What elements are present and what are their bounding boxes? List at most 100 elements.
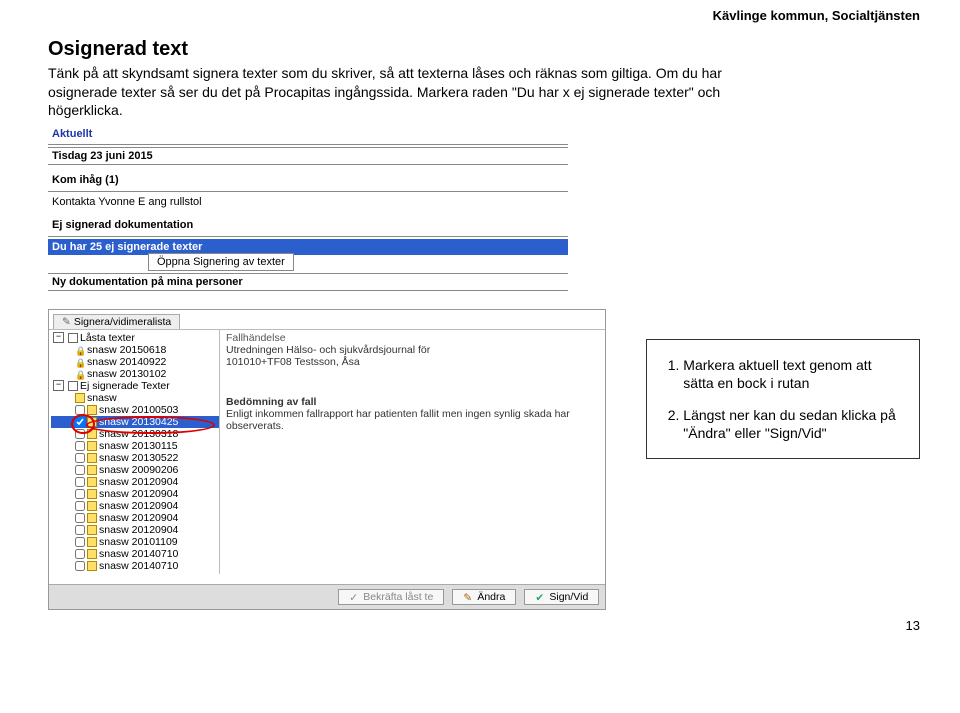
tree-item-unsigned[interactable]: snasw 20120904 bbox=[51, 488, 219, 500]
tree-item-unsigned[interactable]: snasw bbox=[51, 392, 219, 404]
tree-item-unsigned[interactable]: snasw 20120904 bbox=[51, 512, 219, 524]
tree-checkbox[interactable] bbox=[75, 501, 85, 511]
lock-icon bbox=[75, 357, 85, 367]
intro-p2: osignerade texter så ser du det på Proca… bbox=[48, 84, 920, 102]
tab-label: Signera/vidimeralista bbox=[74, 316, 171, 328]
bedomning-label: Bedömning av fall bbox=[226, 396, 599, 408]
context-menu-open-signing[interactable]: Öppna Signering av texter bbox=[148, 253, 294, 271]
tree-item-unsigned[interactable]: snasw 20120904 bbox=[51, 524, 219, 536]
doc-unsigned-icon bbox=[87, 453, 97, 463]
tree-checkbox[interactable] bbox=[75, 405, 85, 415]
btn-sign-vid[interactable]: ✔ Sign/Vid bbox=[524, 589, 599, 605]
tree-label: snasw 20120904 bbox=[99, 488, 178, 500]
doc-unsigned-icon bbox=[87, 405, 97, 415]
ejsign-selected-row[interactable]: Du har 25 ej signerade texter bbox=[48, 239, 568, 255]
tree-label: Låsta texter bbox=[80, 332, 135, 344]
btn-andra[interactable]: ✎ Ändra bbox=[452, 589, 516, 605]
tree-item-unsigned[interactable]: snasw 20130425 bbox=[51, 416, 219, 428]
page-number: 13 bbox=[48, 618, 920, 633]
ejsign-heading: Ej signerad dokumentation bbox=[48, 216, 568, 234]
tree-node-locked[interactable]: − Låsta texter bbox=[51, 332, 219, 344]
folder-icon bbox=[68, 333, 78, 343]
btn-bekrafta-label: Bekräfta låst te bbox=[363, 591, 433, 603]
tree-item-unsigned[interactable]: snasw 20140710 bbox=[51, 548, 219, 560]
folder-icon bbox=[68, 381, 78, 391]
tree-label: snasw 20120904 bbox=[99, 524, 178, 536]
tree-checkbox[interactable] bbox=[75, 525, 85, 535]
collapse-icon[interactable]: − bbox=[53, 332, 64, 343]
doc-unsigned-icon bbox=[87, 441, 97, 451]
doc-unsigned-icon bbox=[75, 393, 85, 403]
tree-checkbox[interactable] bbox=[75, 489, 85, 499]
tree-checkbox[interactable] bbox=[75, 513, 85, 523]
doc-unsigned-icon bbox=[87, 489, 97, 499]
tree-checkbox[interactable] bbox=[75, 429, 85, 439]
kom-ihag-item[interactable]: Kontakta Yvonne E ang rullstol bbox=[48, 194, 568, 210]
tree-checkbox[interactable] bbox=[75, 441, 85, 451]
tree-label: snasw 20140922 bbox=[87, 356, 166, 368]
doc-unsigned-icon bbox=[87, 429, 97, 439]
tree-label: snasw 20130115 bbox=[99, 440, 178, 452]
tree-item-locked[interactable]: snasw 20130102 bbox=[51, 368, 219, 380]
tree-checkbox[interactable] bbox=[75, 549, 85, 559]
doc-unsigned-icon bbox=[87, 417, 97, 427]
tree-checkbox[interactable] bbox=[75, 453, 85, 463]
tree-item-unsigned[interactable]: snasw 20130522 bbox=[51, 452, 219, 464]
lock-icon bbox=[75, 345, 85, 355]
intro-block: Tänk på att skyndsamt signera texter som… bbox=[48, 65, 920, 120]
lock-icon bbox=[75, 369, 85, 379]
tree-view[interactable]: − Låsta textersnasw 20150618snasw 2014092… bbox=[49, 330, 220, 574]
tree-item-locked[interactable]: snasw 20150618 bbox=[51, 344, 219, 356]
tree-item-unsigned[interactable]: snasw 20120904 bbox=[51, 500, 219, 512]
tree-item-unsigned[interactable]: snasw 20140710 bbox=[51, 560, 219, 572]
doc-unsigned-icon bbox=[87, 477, 97, 487]
tree-label: snasw 20130102 bbox=[87, 368, 166, 380]
tree-label: snasw 20101109 bbox=[99, 536, 178, 548]
header-org: Kävlinge kommun, Socialtjänsten bbox=[713, 8, 920, 23]
doc-unsigned-icon bbox=[87, 513, 97, 523]
tree-item-unsigned[interactable]: snasw 20130115 bbox=[51, 440, 219, 452]
intro-p1: Tänk på att skyndsamt signera texter som… bbox=[48, 65, 920, 83]
kom-ihag-heading: Kom ihåg (1) bbox=[48, 171, 568, 189]
page-title: Osignerad text bbox=[48, 38, 920, 61]
pen-icon: ✎ bbox=[62, 316, 71, 328]
tree-checkbox[interactable] bbox=[75, 465, 85, 475]
tree-item-unsigned[interactable]: snasw 20130318 bbox=[51, 428, 219, 440]
bottom-toolbar: ✓ Bekräfta låst te ✎ Ändra ✔ Sign/Vid bbox=[49, 584, 605, 609]
pencil-icon: ✎ bbox=[463, 592, 473, 602]
tree-label: snasw 20140710 bbox=[99, 560, 178, 572]
doc-unsigned-icon bbox=[87, 501, 97, 511]
sign-icon: ✔ bbox=[535, 592, 545, 602]
tab-signera-vidimera[interactable]: ✎Signera/vidimeralista bbox=[53, 314, 180, 329]
tree-item-unsigned[interactable]: snasw 20090206 bbox=[51, 464, 219, 476]
tree-item-unsigned[interactable]: snasw 20101109 bbox=[51, 536, 219, 548]
fallhandelse-text1: Utredningen Hälso- och sjukvårdsjournal … bbox=[226, 344, 599, 356]
tree-checkbox[interactable] bbox=[75, 417, 85, 427]
tree-label: snasw bbox=[87, 392, 117, 404]
doc-unsigned-icon bbox=[87, 525, 97, 535]
tree-label: snasw 20130522 bbox=[99, 452, 178, 464]
tree-node-unsigned[interactable]: −Ej signerade Texter bbox=[51, 380, 219, 392]
tree-checkbox[interactable] bbox=[75, 477, 85, 487]
tree-label: snasw 20100503 bbox=[99, 404, 178, 416]
tree-label: snasw 20130318 bbox=[99, 428, 178, 440]
instruction-step-1: Markera aktuell text genom att sätta en … bbox=[683, 356, 901, 392]
screenshot-start-page: Aktuellt Tisdag 23 juni 2015 Kom ihåg (1… bbox=[48, 124, 568, 291]
tree-label: snasw 20150618 bbox=[87, 344, 166, 356]
doc-unsigned-icon bbox=[87, 549, 97, 559]
tree-item-unsigned[interactable]: snasw 20120904 bbox=[51, 476, 219, 488]
tree-item-unsigned[interactable]: snasw 20100503 bbox=[51, 404, 219, 416]
collapse-icon[interactable]: − bbox=[53, 380, 64, 391]
bedomning-text: Enligt inkommen fallrapport har patiente… bbox=[226, 408, 599, 432]
btn-signvid-label: Sign/Vid bbox=[549, 591, 588, 603]
tree-checkbox[interactable] bbox=[75, 537, 85, 547]
aktuellt-heading: Aktuellt bbox=[48, 124, 568, 142]
intro-p3: högerklicka. bbox=[48, 102, 920, 120]
fallhandelse-label: Fallhändelse bbox=[226, 332, 599, 344]
content-pane: Fallhändelse Utredningen Hälso- och sjuk… bbox=[220, 330, 605, 574]
tree-item-locked[interactable]: snasw 20140922 bbox=[51, 356, 219, 368]
tree-label: snasw 20120904 bbox=[99, 476, 178, 488]
tree-checkbox[interactable] bbox=[75, 561, 85, 571]
screenshot-sign-list: ✎Signera/vidimeralista −Låsta textersnas… bbox=[48, 309, 606, 610]
btn-bekrafta-last: ✓ Bekräfta låst te bbox=[338, 589, 444, 605]
